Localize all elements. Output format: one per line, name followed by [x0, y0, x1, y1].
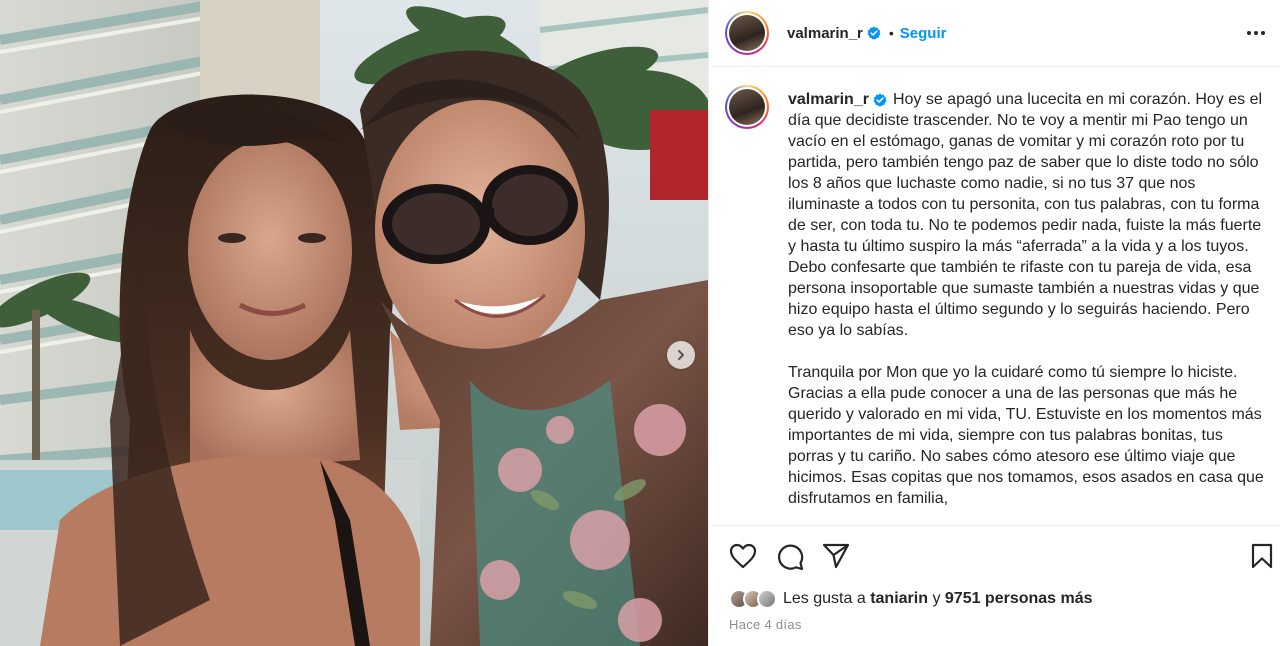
share-icon[interactable] [822, 543, 850, 569]
likes-summary[interactable]: Les gusta a taniarin y 9751 personas más [729, 589, 1093, 609]
caption-author-avatar[interactable] [725, 85, 769, 129]
chevron-right-icon [678, 350, 684, 360]
caption-paragraph: Debo confesarte que también te rifaste c… [788, 259, 1260, 339]
comments-section[interactable]: valmarin_r Hoy se apagó una lucecita en … [709, 68, 1280, 526]
likes-count[interactable]: 9751 personas más [945, 590, 1093, 607]
post-photo[interactable] [0, 0, 708, 646]
verified-badge-icon [867, 26, 881, 40]
follow-button[interactable]: Seguir [900, 25, 947, 42]
caption-paragraph: Tranquila por Mon que yo la cuidaré como… [788, 364, 1264, 507]
avatar-image [729, 89, 765, 125]
liker-username[interactable]: taniarin [870, 590, 928, 607]
author-avatar[interactable] [725, 11, 769, 55]
liker-avatar [757, 589, 777, 609]
caption-paragraph: Hoy se apagó una lucecita en mi corazón.… [788, 91, 1263, 255]
post-header: valmarin_r • Seguir [709, 0, 1280, 67]
post-caption: valmarin_r Hoy se apagó una lucecita en … [788, 89, 1268, 509]
verified-badge-icon [873, 93, 887, 107]
bookmark-icon[interactable] [1250, 543, 1274, 569]
likes-text: Les gusta a taniarin y 9751 personas más [783, 590, 1093, 608]
caption-username[interactable]: valmarin_r [788, 91, 869, 108]
post-actions [709, 527, 1280, 587]
author-username[interactable]: valmarin_r [787, 25, 863, 42]
separator-dot: • [888, 25, 894, 41]
avatar-image [729, 15, 765, 51]
carousel-next-button[interactable] [667, 341, 695, 369]
comment-icon[interactable] [776, 543, 804, 571]
likes-prefix: Les gusta a [783, 590, 866, 607]
post-panel: valmarin_r • Seguir valmarin_r Hoy se ap… [708, 0, 1280, 646]
heart-icon[interactable] [729, 543, 757, 569]
likes-connector: y [932, 590, 941, 607]
post-timestamp[interactable]: Hace 4 días [729, 617, 802, 632]
post-photo-image [0, 0, 708, 646]
more-options-icon[interactable] [1245, 22, 1267, 44]
liker-avatars [729, 589, 777, 609]
